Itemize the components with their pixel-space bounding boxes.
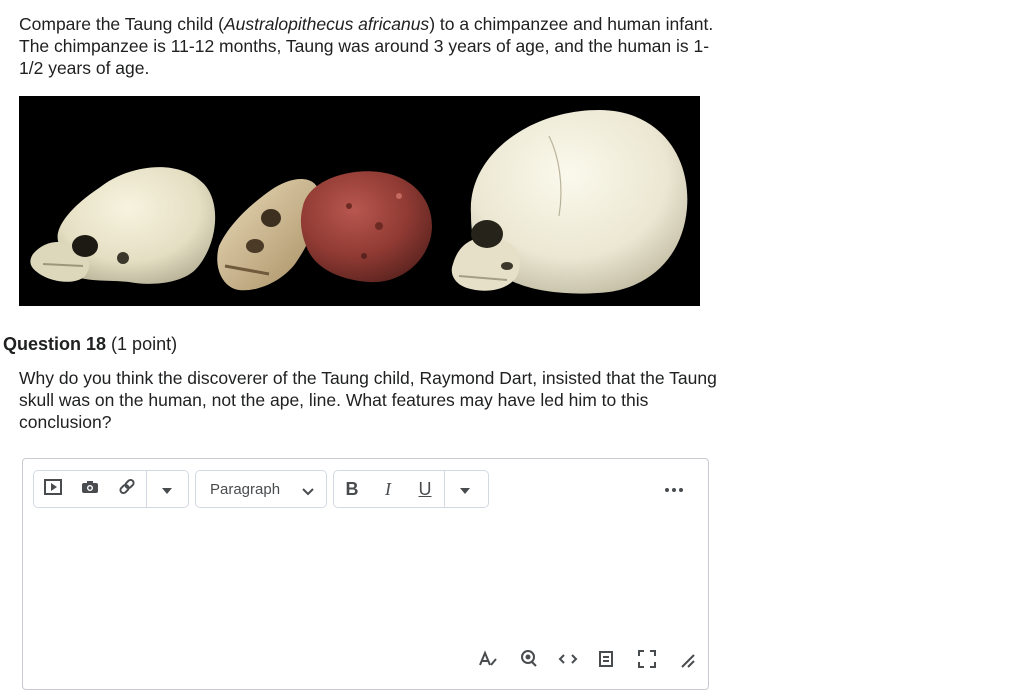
text-menu-button[interactable] bbox=[445, 471, 485, 507]
play-icon bbox=[44, 478, 62, 500]
underline-button[interactable]: U bbox=[406, 471, 444, 507]
accessibility-check-icon[interactable] bbox=[518, 649, 538, 669]
question-number: Question 18 bbox=[3, 334, 107, 354]
italic-button[interactable]: I bbox=[370, 471, 406, 507]
insert-media-button[interactable] bbox=[34, 471, 72, 507]
question-points: (1 point) bbox=[111, 334, 178, 354]
answer-editor[interactable]: Paragraph B I U bbox=[22, 458, 709, 690]
insert-menu-button[interactable] bbox=[147, 471, 187, 507]
resize-handle-icon[interactable] bbox=[676, 649, 696, 669]
intro-text-before: Compare the Taung child ( bbox=[19, 14, 224, 34]
text-size-icon[interactable] bbox=[478, 649, 498, 669]
ellipsis-icon bbox=[665, 479, 683, 497]
camera-icon bbox=[81, 479, 99, 499]
skull-comparison-image bbox=[19, 96, 700, 306]
question-text: Why do you think the discoverer of the T… bbox=[19, 368, 717, 432]
chevron-down-icon bbox=[302, 483, 314, 501]
caret-down-icon bbox=[162, 479, 172, 499]
editor-toolbar: Paragraph B I U bbox=[33, 470, 693, 508]
bold-button[interactable]: B bbox=[334, 471, 370, 507]
caret-down-icon bbox=[460, 479, 470, 499]
text-style-group: B I U bbox=[333, 470, 489, 508]
link-icon bbox=[118, 478, 136, 501]
insert-group bbox=[33, 470, 189, 508]
question-heading: Question 18 (1 point) bbox=[3, 332, 177, 356]
insert-template-icon[interactable] bbox=[597, 649, 617, 669]
editor-bottom-toolbar bbox=[23, 649, 708, 669]
taung-endocast bbox=[300, 171, 432, 283]
format-select[interactable]: Paragraph bbox=[195, 470, 327, 508]
intro-text: Compare the Taung child (Australopithecu… bbox=[19, 13, 719, 79]
species-name: Australopithecus africanus bbox=[223, 14, 430, 34]
source-code-icon[interactable] bbox=[558, 649, 578, 669]
more-options-button[interactable] bbox=[659, 470, 689, 506]
insert-image-button[interactable] bbox=[72, 471, 108, 507]
format-select-value: Paragraph bbox=[210, 480, 281, 498]
fullscreen-icon[interactable] bbox=[637, 649, 657, 669]
insert-link-button[interactable] bbox=[108, 471, 146, 507]
